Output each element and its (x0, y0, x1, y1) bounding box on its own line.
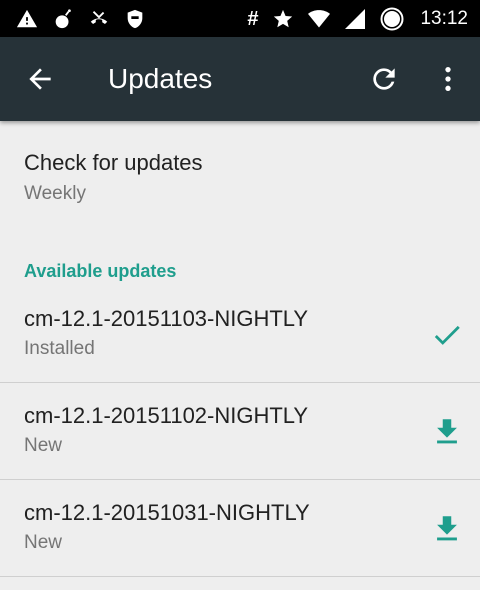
list-item[interactable]: cm-12.1-20151102-NIGHTLY New (0, 383, 480, 480)
download-icon[interactable] (430, 512, 464, 546)
shield-icon (124, 8, 146, 30)
download-icon[interactable] (430, 415, 464, 449)
hash-indicator: # (247, 7, 259, 30)
update-name: cm-12.1-20151102-NIGHTLY (24, 403, 309, 428)
battery-icon (380, 7, 404, 30)
more-vert-icon[interactable] (432, 63, 464, 95)
missed-call-icon (88, 8, 110, 30)
arrow-back-icon[interactable] (24, 63, 56, 95)
preference-title: Check for updates (24, 150, 203, 175)
update-status: New (24, 435, 63, 456)
list-item[interactable]: cm-12.1-20151031-NIGHTLY New (0, 480, 480, 577)
update-status: Installed (24, 338, 95, 359)
refresh-icon[interactable] (368, 63, 400, 95)
updates-list: cm-12.1-20151103-NIGHTLY Installed cm-12… (0, 286, 480, 577)
category-header: Available updates (24, 261, 177, 281)
warning-icon (16, 8, 38, 30)
check-icon (430, 318, 464, 352)
signal-icon (344, 8, 366, 30)
update-status: New (24, 532, 63, 553)
bomb-icon (52, 8, 74, 30)
update-name: cm-12.1-20151103-NIGHTLY (24, 306, 309, 331)
wifi-icon (308, 8, 331, 30)
status-bar: # 13:12 (0, 0, 480, 37)
update-name: cm-12.1-20151031-NIGHTLY (24, 500, 310, 525)
status-time: 13:12 (420, 7, 468, 29)
check-for-updates-preference[interactable]: Check for updates Weekly (0, 121, 480, 221)
page-title: Updates (108, 63, 213, 94)
status-bar-left (16, 0, 146, 37)
status-bar-right: # 13:12 (247, 0, 468, 37)
preference-summary: Weekly (24, 183, 86, 204)
app-toolbar: Updates (0, 37, 480, 121)
star-icon (272, 8, 294, 30)
list-item[interactable]: cm-12.1-20151103-NIGHTLY Installed (0, 286, 480, 383)
